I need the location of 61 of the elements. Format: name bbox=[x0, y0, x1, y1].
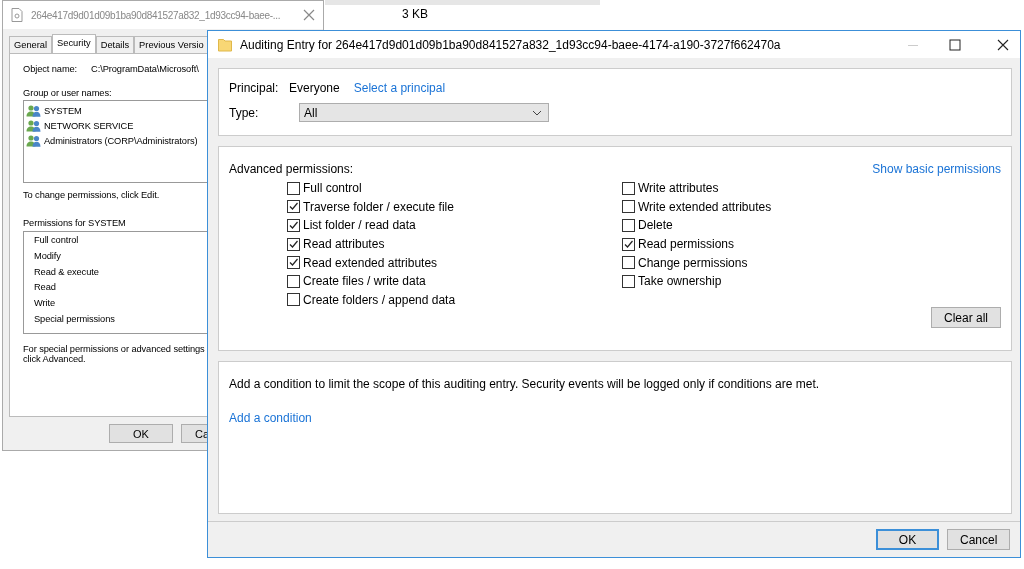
field-label: Object name: bbox=[23, 64, 78, 74]
permission-checkbox[interactable]: Read attributes bbox=[287, 234, 622, 254]
permission-name: Special permissions bbox=[34, 314, 115, 327]
window-title: 264e417d9d01d09b1ba90d841527a832_1d93cc94-baee-... bbox=[31, 9, 281, 21]
check-icon bbox=[288, 238, 299, 250]
permission-name: Read bbox=[34, 282, 56, 295]
clear-all-button[interactable]: Clear all bbox=[931, 307, 1001, 329]
add-condition-link[interactable]: Add a condition bbox=[229, 411, 312, 425]
permission-name: Write bbox=[34, 298, 56, 311]
permission-name: Modify bbox=[34, 250, 61, 263]
maximize-icon[interactable] bbox=[949, 38, 961, 51]
permission-checkbox[interactable]: Write extended attributes bbox=[622, 197, 957, 217]
check-icon bbox=[288, 201, 299, 213]
close-icon[interactable] bbox=[997, 38, 1009, 51]
tab[interactable]: General bbox=[9, 36, 53, 53]
folder-icon bbox=[218, 37, 232, 52]
check-icon bbox=[288, 220, 299, 231]
type-dropdown[interactable]: All bbox=[299, 103, 549, 122]
permission-checkbox[interactable]: Full control bbox=[287, 179, 622, 198]
tab[interactable]: Security bbox=[52, 34, 96, 53]
users-icon bbox=[26, 134, 42, 147]
select-principal-link[interactable]: Select a principal bbox=[353, 81, 446, 95]
file-size: 3 KB bbox=[402, 7, 428, 21]
chevron-down-icon bbox=[532, 109, 542, 116]
permission-name: Full control bbox=[34, 235, 79, 247]
section-label: Permissions for SYSTEM bbox=[23, 218, 126, 228]
users-icon bbox=[26, 104, 42, 117]
permission-checkbox[interactable]: Create folders / append data bbox=[287, 290, 622, 310]
user-name[interactable]: NETWORK SERVICE bbox=[44, 120, 134, 131]
user-name[interactable]: Administrators (CORP\Administrators) bbox=[44, 135, 198, 146]
permission-checkbox[interactable]: List folder / read data bbox=[287, 216, 622, 235]
users-icon bbox=[26, 119, 42, 132]
hint-text: click Advanced. bbox=[23, 354, 87, 364]
permission-checkbox[interactable]: Take ownership bbox=[622, 271, 957, 291]
tab[interactable]: Previous Versio bbox=[134, 36, 209, 53]
principal-name: Everyone bbox=[289, 81, 340, 95]
dialog-button[interactable]: Cancel bbox=[947, 529, 1010, 550]
permission-checkbox[interactable]: Create files / write data bbox=[287, 271, 622, 291]
document-icon bbox=[11, 8, 23, 22]
tab[interactable]: Details bbox=[95, 36, 135, 53]
hint-text: To change permissions, click Edit. bbox=[23, 190, 160, 200]
permission-checkbox[interactable]: Delete bbox=[622, 216, 957, 235]
object-path: C:\ProgramData\Microsoft\ bbox=[91, 64, 199, 74]
field-label: Type: bbox=[229, 105, 260, 120]
check-icon bbox=[288, 257, 299, 269]
check-icon bbox=[623, 238, 634, 250]
permission-checkbox[interactable]: Traverse folder / execute file bbox=[287, 197, 622, 217]
hint-text: For special permissions or advanced settings bbox=[23, 344, 205, 354]
permission-checkbox[interactable]: Read permissions bbox=[622, 234, 957, 254]
dialog-button[interactable]: OK bbox=[109, 424, 173, 443]
permission-name: Read & execute bbox=[34, 266, 99, 279]
permission-checkbox[interactable]: Write attributes bbox=[622, 179, 957, 198]
dialog-button[interactable]: OK bbox=[876, 529, 939, 550]
show-basic-link[interactable]: Show basic permissions bbox=[872, 162, 1001, 176]
condition-text: Add a condition to limit the scope of this auditing entry. Security events will be logged only if conditions are met. bbox=[229, 377, 820, 391]
permission-checkbox[interactable]: Read extended attributes bbox=[287, 253, 622, 272]
permission-checkbox[interactable]: Change permissions bbox=[622, 253, 957, 272]
window-title: Auditing Entry for 264e417d9d01d09b1ba90d841527a832_1d93cc94-baee-4174-a190-3727f662470a bbox=[240, 37, 781, 52]
section-label: Advanced permissions: bbox=[229, 162, 354, 176]
section-label: Group or user names: bbox=[23, 88, 112, 98]
user-name[interactable]: SYSTEM bbox=[44, 105, 82, 116]
